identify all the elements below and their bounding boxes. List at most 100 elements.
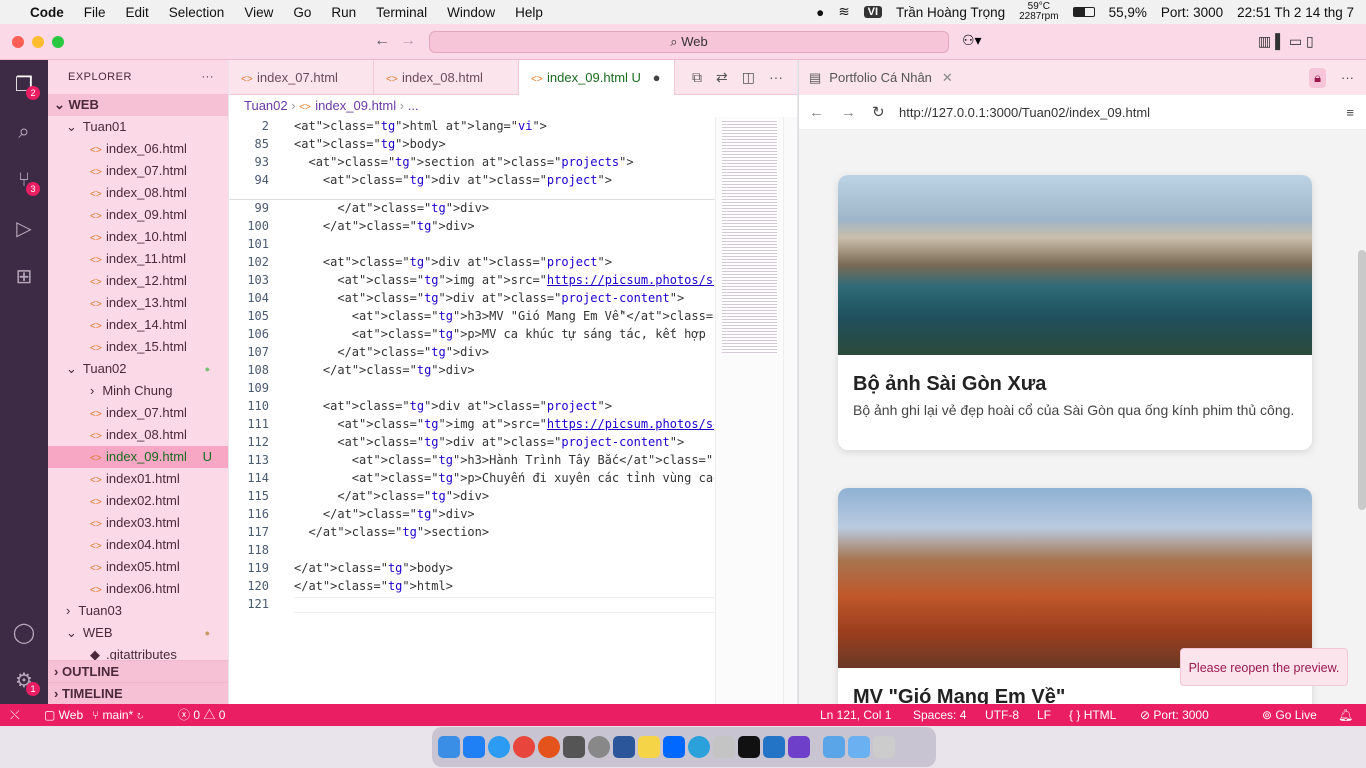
file-item[interactable]: <> index_10.html: [48, 226, 228, 248]
sticky-scroll[interactable]: 2 <at">class="tg">html at">lang="vi"> 85 <a…: [229, 117, 715, 200]
code-editor[interactable]: 2 <at">class="tg">html at">lang="vi"> 85 <a…: [229, 117, 797, 704]
run-debug-icon[interactable]: ▷: [0, 204, 48, 252]
go-live-button[interactable]: ⊚ Go Live: [1262, 704, 1317, 726]
notifications-bell-icon[interactable]: 🔔︎: [1338, 704, 1353, 726]
breadcrumb-symbol[interactable]: ...: [408, 98, 419, 113]
split-editor-icon[interactable]: ◫: [742, 69, 755, 86]
url-field[interactable]: http://127.0.0.1:3000/Tuan02/index_09.ht…: [899, 105, 1150, 120]
record-dot-icon[interactable]: ●: [816, 5, 824, 20]
screenshot-icon[interactable]: [563, 736, 585, 758]
timeline-section[interactable]: › TIMELINE: [48, 682, 228, 704]
file-item[interactable]: <> index_11.html: [48, 248, 228, 270]
menu-window[interactable]: Window: [437, 5, 505, 20]
command-center[interactable]: ⌕ Web: [429, 31, 949, 53]
menu-icon[interactable]: ≡: [1346, 105, 1354, 120]
firefox-icon[interactable]: [538, 736, 560, 758]
battery-percent[interactable]: 55,9%: [1109, 5, 1147, 20]
telegram-icon[interactable]: [688, 736, 710, 758]
outline-section[interactable]: › OUTLINE: [48, 660, 228, 682]
breadcrumb-file[interactable]: index_09.html: [315, 98, 396, 113]
file-item[interactable]: <> index02.html: [48, 490, 228, 512]
language-mode[interactable]: { } HTML: [1069, 704, 1116, 726]
system-settings-icon[interactable]: [588, 736, 610, 758]
account-icon[interactable]: ◯: [0, 608, 48, 656]
file-item[interactable]: <> index_12.html: [48, 270, 228, 292]
lock-icon[interactable]: 🔒︎: [1309, 67, 1326, 88]
menu-edit[interactable]: Edit: [116, 5, 159, 20]
extensions-icon[interactable]: ⊞: [0, 252, 48, 300]
clock[interactable]: 22:51 Th 2 14 thg 7: [1237, 5, 1354, 20]
word-icon[interactable]: [613, 736, 635, 758]
folder-item[interactable]: ⌄ WEB ●: [48, 622, 228, 644]
folder-item[interactable]: ⌄ Tuan02 ●: [48, 358, 228, 380]
port-status[interactable]: ⊘ Port: 3000: [1140, 704, 1209, 726]
file-item[interactable]: <> index_13.html: [48, 292, 228, 314]
more-actions-icon[interactable]: ···: [202, 60, 215, 94]
port-status[interactable]: Port: 3000: [1161, 5, 1223, 20]
menu-terminal[interactable]: Terminal: [366, 5, 437, 20]
preview-scrollbar[interactable]: [1358, 250, 1366, 510]
file-item[interactable]: <> index06.html: [48, 578, 228, 600]
forward-arrow-icon[interactable]: →: [400, 32, 416, 50]
file-item[interactable]: <> index_15.html: [48, 336, 228, 358]
preview-app-icon[interactable]: [713, 736, 735, 758]
notification-toast[interactable]: Please reopen the preview.: [1180, 648, 1348, 686]
reload-icon[interactable]: ↻: [872, 103, 885, 121]
breadcrumb-folder[interactable]: Tuan02: [244, 98, 288, 113]
folder-item[interactable]: › Tuan03: [48, 600, 228, 622]
folder-item[interactable]: ◆ .gitattributes: [48, 644, 228, 660]
minimize-window-button[interactable]: [32, 36, 44, 48]
file-item[interactable]: <> index_08.html: [48, 424, 228, 446]
file-item[interactable]: <> index03.html: [48, 512, 228, 534]
tab-index-09[interactable]: <> index_09.html U ●: [519, 60, 675, 95]
preview-viewport[interactable]: Bộ ảnh Sài Gòn Xưa Bộ ảnh ghi lại vẻ đẹp…: [799, 130, 1366, 704]
preview-tab[interactable]: ▤ Portfolio Cá Nhân ✕ 🔒︎ ···: [799, 60, 1366, 95]
folder-icon[interactable]: [823, 736, 845, 758]
battery-icon[interactable]: [1072, 7, 1095, 17]
folder-item[interactable]: › Minh Chung: [48, 380, 228, 402]
forward-arrow-icon[interactable]: →: [841, 104, 856, 121]
downloads-icon[interactable]: [848, 736, 870, 758]
folder-item[interactable]: ⌄ Tuan01: [48, 116, 228, 138]
zalo-icon[interactable]: [663, 736, 685, 758]
more-actions-icon[interactable]: ···: [769, 69, 783, 85]
layout-icons[interactable]: ▥ ▌ ▭ ▯: [1258, 33, 1314, 50]
branch-status[interactable]: ⑂ main* ↻: [92, 704, 144, 726]
finder-icon[interactable]: [438, 736, 460, 758]
zoom-window-button[interactable]: [52, 36, 64, 48]
unsaved-dot-icon[interactable]: ●: [653, 70, 661, 85]
file-item[interactable]: <> index_09.html: [48, 204, 228, 226]
temp-widget[interactable]: 59°C 2287rpm: [1019, 2, 1058, 22]
remote-icon[interactable]: ⤬: [10, 704, 20, 726]
tab-index-08[interactable]: <> index_08.html: [374, 60, 519, 95]
back-arrow-icon[interactable]: ←: [809, 104, 824, 121]
menu-selection[interactable]: Selection: [159, 5, 235, 20]
menu-view[interactable]: View: [234, 5, 283, 20]
file-item[interactable]: <> index05.html: [48, 556, 228, 578]
file-item[interactable]: <> index_09.html U: [48, 446, 228, 468]
settings-gear-icon[interactable]: ⚙ 1: [0, 656, 48, 704]
minimap[interactable]: [715, 117, 783, 704]
tab-index-07[interactable]: <> index_07.html: [229, 60, 374, 95]
problems-status[interactable]: ⓧ 0 △ 0: [178, 704, 225, 726]
close-window-button[interactable]: [12, 36, 24, 48]
line-ending[interactable]: LF: [1037, 704, 1051, 726]
explorer-icon[interactable]: ❐ 2: [0, 60, 48, 108]
user-name[interactable]: Trần Hoàng Trọng: [896, 5, 1005, 20]
more-actions-icon[interactable]: ···: [1341, 70, 1354, 85]
editor-scrollbar[interactable]: [783, 117, 797, 704]
input-lang[interactable]: VI: [863, 6, 883, 18]
file-item[interactable]: <> index_07.html: [48, 160, 228, 182]
file-item[interactable]: <> index01.html: [48, 468, 228, 490]
close-icon[interactable]: ✕: [942, 70, 953, 86]
file-item[interactable]: <> index04.html: [48, 534, 228, 556]
vscode-icon[interactable]: [763, 736, 785, 758]
file-item[interactable]: <> index_06.html: [48, 138, 228, 160]
trash-icon[interactable]: [873, 736, 895, 758]
safari-icon[interactable]: [488, 736, 510, 758]
menu-help[interactable]: Help: [505, 5, 553, 20]
wifi-icon[interactable]: ≋: [838, 4, 849, 20]
file-item[interactable]: <> index_08.html: [48, 182, 228, 204]
source-control-icon[interactable]: ⑂ 3: [0, 156, 48, 204]
terminal-icon[interactable]: [738, 736, 760, 758]
